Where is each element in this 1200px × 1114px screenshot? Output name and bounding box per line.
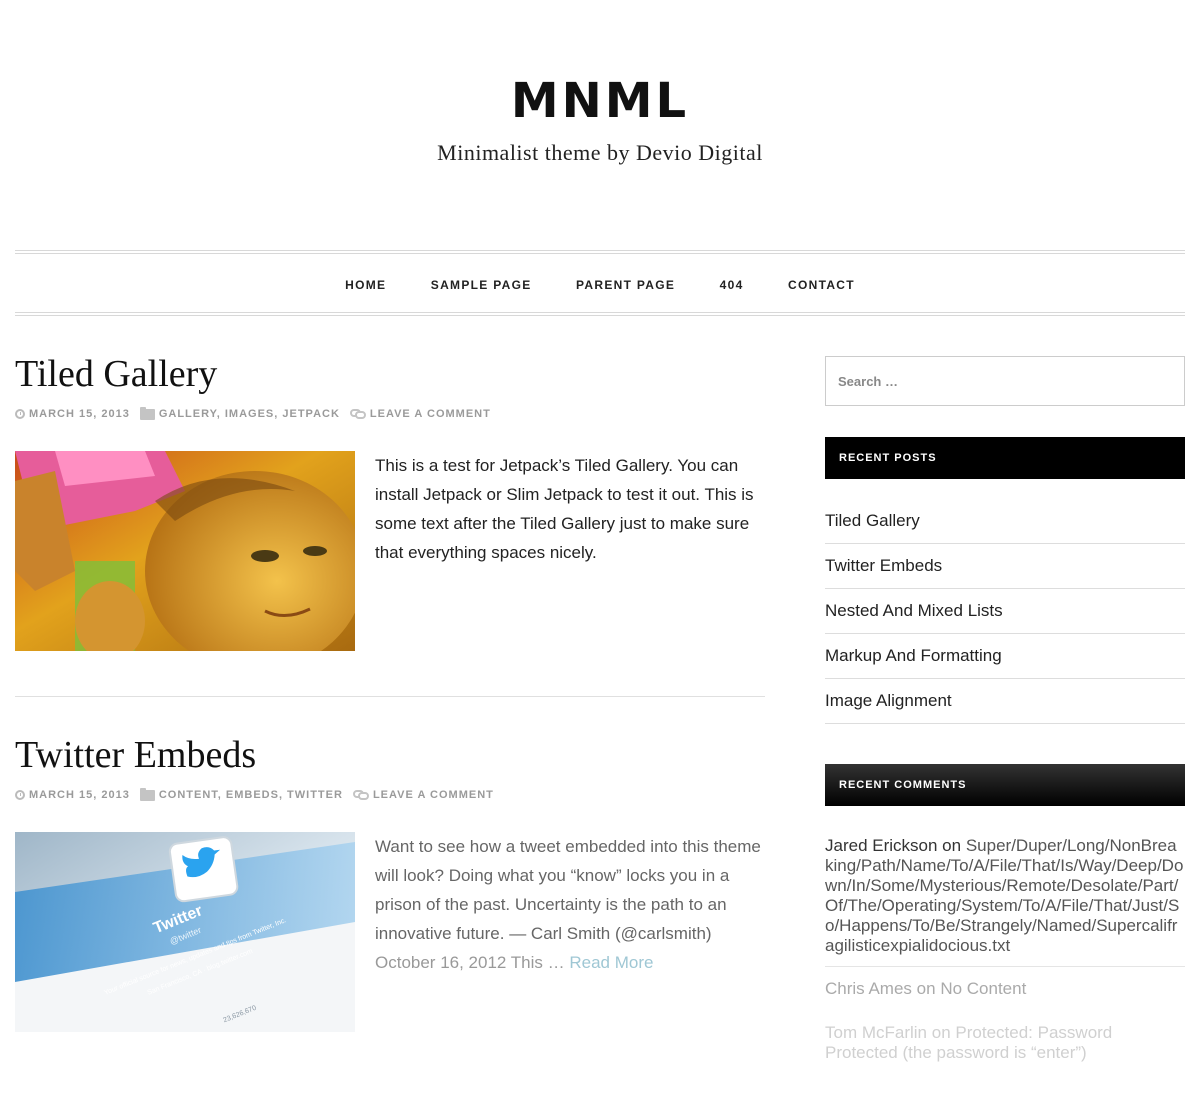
site-description: Minimalist theme by Devio Digital [437, 140, 763, 165]
post-meta: MARCH 15, 2013 GALLERY, IMAGES, JETPACK … [15, 406, 765, 420]
nav-divider [15, 312, 1185, 313]
post-categories: CONTENT, EMBEDS, TWITTER [139, 787, 343, 801]
nav-divider [15, 315, 1185, 316]
post-date: MARCH 15, 2013 [15, 789, 130, 801]
leave-comment-link[interactable]: LEAVE A COMMENT [370, 408, 491, 420]
folder-icon [139, 406, 155, 420]
post-categories: GALLERY, IMAGES, JETPACK [139, 406, 340, 420]
clock-icon [15, 409, 25, 419]
nav-item-404[interactable]: 404 [720, 278, 744, 292]
recent-comment-item: Chris Ames on No Content [825, 967, 1185, 1009]
recent-comment-item: Tom McFarlin on Protected: Password Prot… [825, 1009, 1185, 1073]
site-header: MNML Minimalist theme by Devio Digital [0, 0, 1200, 250]
post-title[interactable]: Twitter Embeds [15, 733, 765, 777]
post-comments: LEAVE A COMMENT [349, 408, 491, 420]
comment-author[interactable]: Tom McFarlin [825, 1023, 927, 1042]
nav-item-home[interactable]: HOME [345, 278, 386, 292]
read-more-link[interactable]: Read More [569, 953, 653, 972]
comment-on: on [942, 836, 962, 855]
post-thumbnail[interactable]: Twitter @twitter Your official source fo… [15, 832, 355, 1032]
nav-divider [15, 250, 1185, 251]
comment-on: on [931, 1023, 951, 1042]
post-divider [15, 696, 765, 697]
recent-comments-title: RECENT COMMENTS [825, 764, 1185, 806]
post-date-text[interactable]: MARCH 15, 2013 [29, 789, 130, 801]
comment-target[interactable]: No Content [940, 979, 1026, 998]
comment-icon [349, 408, 366, 420]
post-categories-text[interactable]: GALLERY, IMAGES, JETPACK [159, 408, 340, 420]
post-excerpt-text: Want to see how a tweet embedded into th… [375, 837, 761, 943]
recent-comments-list: Jared Erickson on Super/Duper/Long/NonBr… [825, 826, 1185, 1073]
post-date: MARCH 15, 2013 [15, 408, 130, 420]
post-categories-text[interactable]: CONTENT, EMBEDS, TWITTER [159, 789, 343, 801]
leave-comment-link[interactable]: LEAVE A COMMENT [373, 789, 494, 801]
nav-divider [15, 253, 1185, 254]
folder-icon [139, 787, 155, 801]
nav-item-contact[interactable]: CONTACT [788, 278, 855, 292]
site-title[interactable]: MNML [0, 72, 1200, 130]
post-excerpt: This is a test for Jetpack’s Tiled Galle… [375, 456, 754, 562]
recent-post-item[interactable]: Twitter Embeds [825, 544, 1185, 589]
recent-post-item[interactable]: Markup And Formatting [825, 634, 1185, 679]
post-date-text[interactable]: MARCH 15, 2013 [29, 408, 130, 420]
nav-item-sample-page[interactable]: SAMPLE PAGE [431, 278, 532, 292]
recent-posts-list: Tiled Gallery Twitter Embeds Nested And … [825, 499, 1185, 724]
sidebar: RECENT POSTS Tiled Gallery Twitter Embed… [825, 356, 1185, 1073]
post-thumbnail[interactable] [15, 451, 355, 651]
recent-post-item[interactable]: Tiled Gallery [825, 499, 1185, 544]
nav-menu: HOME SAMPLE PAGE PARENT PAGE 404 CONTACT [15, 276, 1185, 294]
recent-posts-title: RECENT POSTS [825, 437, 1185, 479]
post-title[interactable]: Tiled Gallery [15, 352, 765, 396]
recent-comment-item: Jared Erickson on Super/Duper/Long/NonBr… [825, 826, 1185, 967]
comment-author[interactable]: Chris Ames [825, 979, 912, 998]
recent-post-item[interactable]: Nested And Mixed Lists [825, 589, 1185, 634]
post-excerpt-tail: October 16, 2012 This … [375, 953, 565, 972]
main-nav: HOME SAMPLE PAGE PARENT PAGE 404 CONTACT [15, 250, 1185, 316]
nav-item-parent-page[interactable]: PARENT PAGE [576, 278, 675, 292]
search-input[interactable] [825, 356, 1185, 406]
post-comments: LEAVE A COMMENT [352, 789, 494, 801]
post-tiled-gallery: Tiled Gallery MARCH 15, 2013 GALLERY, IM… [15, 352, 765, 652]
recent-post-item[interactable]: Image Alignment [825, 679, 1185, 724]
comment-author[interactable]: Jared Erickson [825, 836, 937, 855]
comment-icon [352, 789, 369, 801]
comment-on: on [916, 979, 936, 998]
post-excerpt: Want to see how a tweet embedded into th… [375, 832, 770, 977]
post-twitter-embeds: Twitter Embeds MARCH 15, 2013 CONTENT, E… [15, 733, 765, 1033]
clock-icon [15, 790, 25, 800]
post-meta: MARCH 15, 2013 CONTENT, EMBEDS, TWITTER … [15, 787, 765, 801]
